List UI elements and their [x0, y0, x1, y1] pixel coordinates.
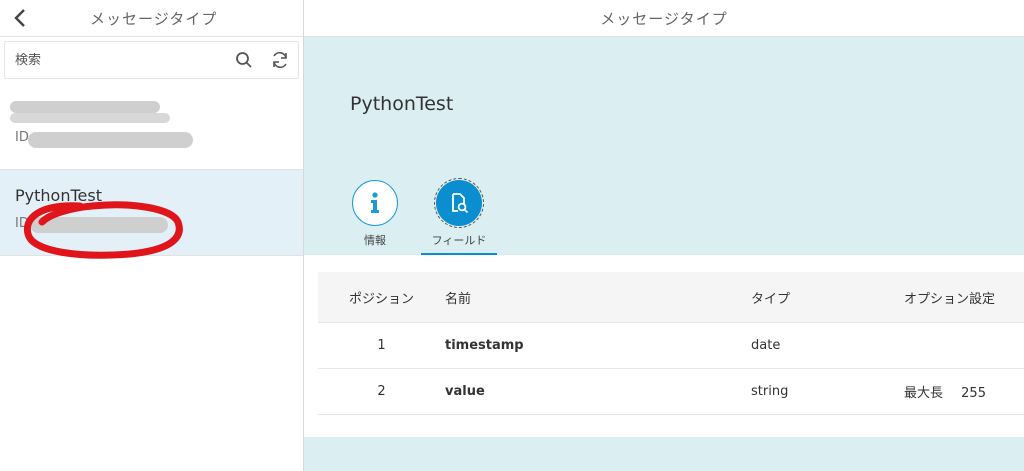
message-type-list-pane: メッセージタイプ ID PythonTest ID: [0, 0, 304, 471]
footer-band: [304, 437, 1024, 471]
redaction-mark: [10, 113, 170, 123]
column-header-type[interactable]: タイプ: [751, 288, 904, 307]
right-header: メッセージタイプ: [304, 0, 1024, 37]
redaction-mark: [28, 132, 193, 148]
cell-name: timestamp: [445, 338, 524, 353]
cell-position: 2: [377, 384, 386, 399]
column-header-position[interactable]: ポジション: [318, 288, 445, 307]
message-type-name: PythonTest: [350, 93, 454, 115]
tab-info-label: 情報: [364, 234, 386, 247]
search-button[interactable]: [226, 42, 262, 78]
message-type-detail-pane: メッセージタイプ PythonTest 情報 フィールド ポジション 名前 タイ…: [304, 0, 1024, 471]
table-row[interactable]: 2 value string 最大長 255: [318, 369, 1024, 415]
list-item-selected[interactable]: PythonTest ID: [0, 170, 303, 259]
list-item[interactable]: ID: [0, 84, 303, 170]
tab-fields[interactable]: フィールド: [421, 178, 497, 255]
table-header: ポジション 名前 タイプ オプション設定: [318, 272, 1024, 323]
info-icon: [352, 180, 398, 226]
refresh-icon: [273, 52, 287, 68]
red-annotation-circle: [23, 201, 183, 259]
cell-options: 最大長 255: [904, 382, 1024, 401]
tab-fields-label: フィールド: [431, 234, 487, 247]
left-header: メッセージタイプ: [0, 0, 303, 37]
cell-position: 1: [377, 338, 386, 353]
cell-type: string: [751, 384, 789, 399]
item-id-label: ID: [15, 130, 29, 145]
search-box: [4, 41, 299, 79]
detail-hero: PythonTest 情報 フィールド: [304, 37, 1024, 255]
option-value: 255: [961, 386, 986, 401]
field-search-icon: [434, 178, 484, 228]
table-row[interactable]: 1 timestamp date: [318, 323, 1024, 369]
right-title: メッセージタイプ: [600, 9, 728, 28]
search-icon: [236, 52, 252, 68]
left-title: メッセージタイプ: [90, 10, 218, 28]
chevron-left-icon: [14, 9, 25, 27]
column-header-name[interactable]: 名前: [445, 288, 751, 307]
cell-name: value: [445, 384, 485, 399]
tab-info[interactable]: 情報: [337, 180, 413, 255]
cell-type: date: [751, 338, 781, 353]
fields-table: ポジション 名前 タイプ オプション設定 1 timestamp date 2 …: [318, 272, 1024, 415]
redaction-mark: [10, 101, 160, 113]
search-input[interactable]: [5, 52, 226, 68]
column-header-options[interactable]: オプション設定: [904, 288, 1024, 307]
refresh-button[interactable]: [262, 42, 298, 78]
option-label: 最大長: [904, 386, 944, 401]
back-button[interactable]: [0, 0, 40, 37]
